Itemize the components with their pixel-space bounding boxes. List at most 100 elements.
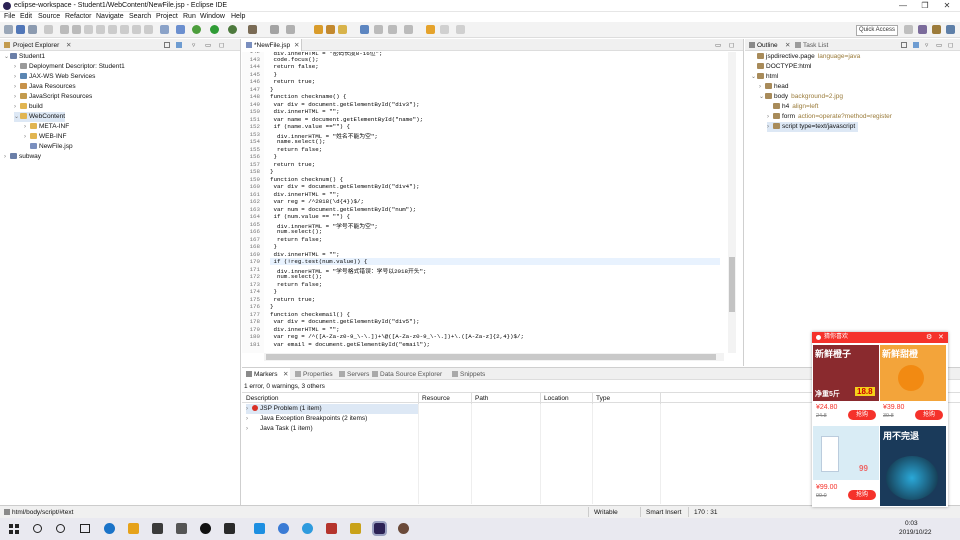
code-line[interactable]: num.select(); bbox=[270, 228, 322, 235]
project-tree-item[interactable]: › subway bbox=[4, 152, 41, 162]
code-line[interactable]: div.innerHTML = ""; bbox=[270, 326, 339, 333]
app-icon[interactable] bbox=[302, 523, 313, 534]
pin-icon[interactable] bbox=[404, 25, 413, 34]
project-tree-item[interactable]: › META-INF bbox=[24, 122, 69, 132]
tab-properties[interactable]: Properties bbox=[303, 370, 333, 379]
file-explorer-icon[interactable] bbox=[128, 523, 139, 534]
debug-icon[interactable] bbox=[176, 25, 185, 34]
project-tree-item[interactable]: NewFile.jsp bbox=[24, 142, 73, 151]
project-tree-item[interactable]: › WEB-INF bbox=[24, 132, 66, 142]
ad-settings-icon[interactable]: ⚙ bbox=[926, 333, 932, 342]
horizontal-scrollbar[interactable] bbox=[264, 353, 724, 361]
project-tree-item[interactable]: ⌄ Student1 bbox=[4, 52, 45, 62]
maximize-view-icon[interactable]: ◻ bbox=[219, 41, 224, 50]
code-line[interactable]: if (num.value == "") { bbox=[270, 213, 350, 220]
tab-project-explorer[interactable]: Project Explorer bbox=[13, 41, 59, 50]
minimize-view-icon[interactable]: ▭ bbox=[205, 41, 211, 50]
code-line[interactable]: return true; bbox=[270, 78, 315, 85]
clock-date[interactable]: 2019/10/22 bbox=[899, 529, 932, 536]
project-tree-item[interactable]: › Java Resources bbox=[14, 82, 76, 92]
scrollbar-thumb[interactable] bbox=[729, 257, 735, 312]
code-line[interactable]: } bbox=[270, 243, 277, 250]
maximize-button[interactable]: ❐ bbox=[914, 0, 936, 12]
project-tree-item[interactable]: › JAX-WS Web Services bbox=[14, 72, 95, 82]
code-line[interactable]: return false; bbox=[270, 281, 322, 288]
tab-newfile[interactable]: *NewFile.jsp ✕ bbox=[242, 39, 302, 51]
tab-data-source-explorer[interactable]: Data Source Explorer bbox=[380, 370, 442, 379]
menu-source[interactable]: Source bbox=[38, 12, 60, 22]
resume-icon[interactable] bbox=[84, 25, 93, 34]
marker-row[interactable]: › Java Task (1 item) bbox=[246, 424, 313, 434]
menu-search[interactable]: Search bbox=[129, 12, 151, 22]
menu-navigate[interactable]: Navigate bbox=[96, 12, 124, 22]
tab-task-list[interactable]: Task List bbox=[803, 41, 828, 50]
quick-access-input[interactable]: Quick Access bbox=[856, 25, 898, 36]
outline-item[interactable]: DOCTYPE:html bbox=[751, 62, 815, 71]
run-icon[interactable] bbox=[210, 25, 219, 34]
menu-file[interactable]: File bbox=[4, 12, 15, 22]
project-tree-item[interactable]: › build bbox=[14, 102, 43, 112]
view-menu-icon[interactable]: ▿ bbox=[925, 41, 928, 50]
save-icon[interactable] bbox=[16, 25, 25, 34]
tab-markers[interactable]: Markers ✕ bbox=[242, 368, 290, 380]
menu-refactor[interactable]: Refactor bbox=[65, 12, 91, 22]
menu-edit[interactable]: Edit bbox=[20, 12, 32, 22]
tab-snippets[interactable]: Snippets bbox=[460, 370, 485, 379]
code-line[interactable]: num.select(); bbox=[270, 273, 322, 280]
ad-product-image[interactable]: 99 bbox=[813, 426, 879, 480]
col-type[interactable]: Type bbox=[596, 394, 610, 403]
outline-item[interactable]: › head bbox=[759, 82, 791, 92]
code-line[interactable]: code.focus(); bbox=[270, 56, 318, 63]
cortana-icon[interactable] bbox=[56, 524, 65, 533]
minimize-button[interactable]: — bbox=[892, 0, 914, 12]
toggle-icon[interactable] bbox=[60, 25, 69, 34]
outline-item[interactable]: jspdirective.page language=java bbox=[751, 52, 860, 61]
open-type-icon[interactable] bbox=[314, 25, 323, 34]
step-return-icon[interactable] bbox=[144, 25, 153, 34]
marker-row[interactable]: › Java Exception Breakpoints (2 items) bbox=[246, 414, 367, 424]
search-tool-icon[interactable] bbox=[338, 25, 347, 34]
start-icon[interactable] bbox=[9, 524, 19, 534]
close-button[interactable]: ✕ bbox=[936, 0, 958, 12]
code-line[interactable]: div.innerHTML = ""; bbox=[270, 251, 339, 258]
code-line[interactable]: if (name.value =="") { bbox=[270, 123, 350, 130]
code-line[interactable]: var reg = /^([A-Za-z0-9_\-\.])+\@([A-Za-… bbox=[270, 333, 523, 340]
col-path[interactable]: Path bbox=[475, 394, 488, 403]
code-line[interactable]: var email = document.getElementById("ema… bbox=[270, 341, 430, 348]
code-line[interactable]: div.innerHTML = ""; bbox=[270, 108, 339, 115]
next-annotation-icon[interactable] bbox=[388, 25, 397, 34]
vertical-scrollbar[interactable] bbox=[728, 52, 736, 353]
coverage-icon[interactable] bbox=[228, 25, 237, 34]
outline-item[interactable]: › form action=operate?method=register bbox=[767, 112, 892, 122]
task-view-icon[interactable] bbox=[80, 524, 90, 533]
code-line[interactable]: } bbox=[270, 86, 273, 93]
app3-icon[interactable] bbox=[350, 523, 361, 534]
code-line[interactable]: var num = document.getElementById("num")… bbox=[270, 206, 416, 213]
code-line[interactable]: return true; bbox=[270, 161, 315, 168]
search-icon[interactable] bbox=[33, 524, 42, 533]
code-editor[interactable]: 142 div.innerHTML = "密码长度8-16位";143 code… bbox=[242, 52, 726, 353]
app2-icon[interactable] bbox=[326, 523, 337, 534]
external-tools-icon[interactable] bbox=[248, 25, 257, 34]
ad-game-image[interactable]: 用不完退 bbox=[880, 426, 946, 506]
mail-icon[interactable] bbox=[176, 523, 187, 534]
code-line[interactable]: var reg = /^2018(\d{4})$/; bbox=[270, 198, 363, 205]
link-editor-icon[interactable] bbox=[913, 42, 919, 48]
hscrollbar-thumb[interactable] bbox=[266, 354, 716, 360]
ad-buy-button[interactable]: 抢购 bbox=[915, 410, 943, 420]
outline-item[interactable]: › script type=text/javascript bbox=[767, 122, 859, 132]
tab-close-icon[interactable]: ✕ bbox=[283, 370, 288, 379]
tab-close-icon[interactable]: ✕ bbox=[66, 41, 71, 50]
maximize-view-icon[interactable]: ◻ bbox=[948, 41, 953, 50]
eclipse-task-icon[interactable] bbox=[372, 521, 387, 536]
print-icon[interactable] bbox=[44, 25, 53, 34]
collapse-all-icon[interactable] bbox=[901, 42, 907, 48]
tab-close-icon[interactable]: ✕ bbox=[785, 41, 790, 50]
store-icon[interactable] bbox=[152, 523, 163, 534]
last-edit-icon[interactable] bbox=[456, 25, 465, 34]
col-location[interactable]: Location bbox=[544, 394, 569, 403]
link-editor-icon[interactable] bbox=[176, 42, 182, 48]
code-line[interactable]: div.innerHTML = ""; bbox=[270, 191, 339, 198]
forward-arrow-icon[interactable] bbox=[440, 25, 449, 34]
back-icon[interactable] bbox=[426, 25, 435, 34]
